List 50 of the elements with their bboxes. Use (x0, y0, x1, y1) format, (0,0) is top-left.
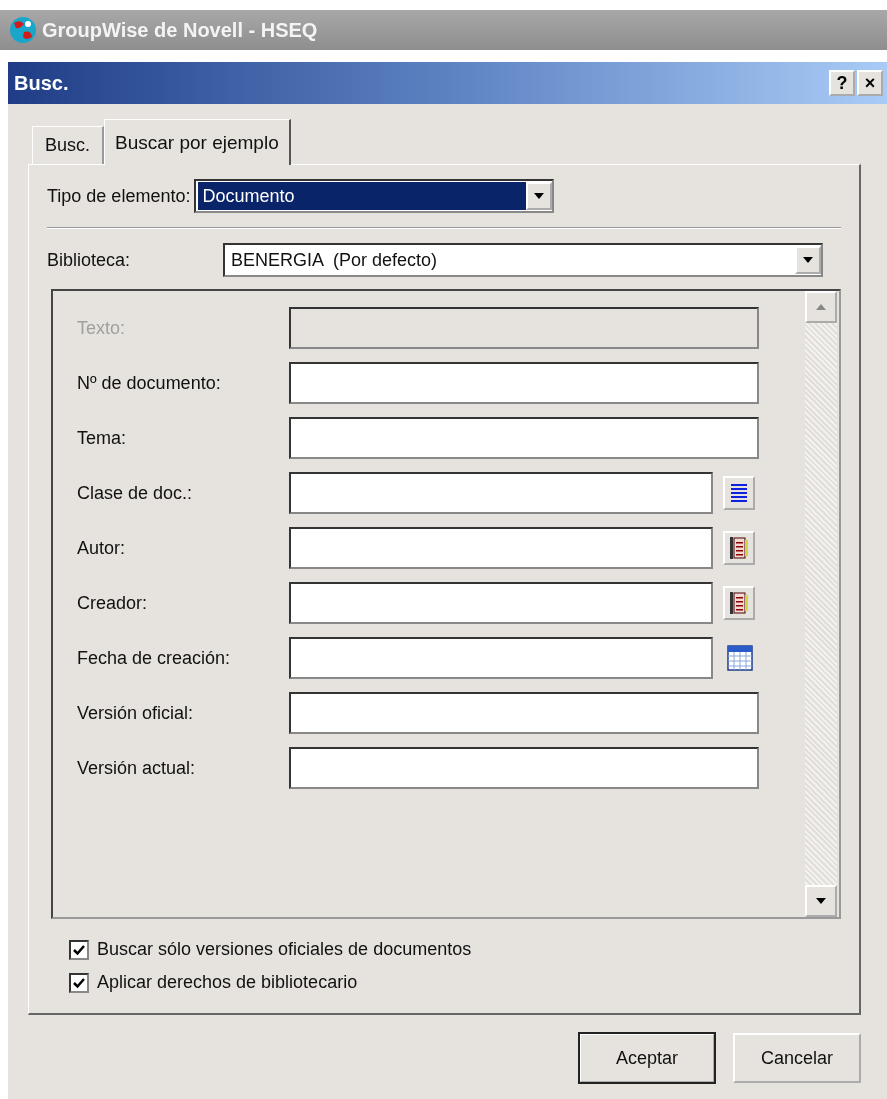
address-book-button[interactable] (723, 531, 755, 565)
input-field[interactable] (289, 527, 713, 569)
field-label: Tipo de elemento: (47, 185, 191, 207)
tab[interactable]: Busc. (32, 126, 105, 164)
field-label: Clase de doc.: (77, 482, 194, 504)
help-button[interactable]: ? (829, 70, 855, 96)
input-field[interactable] (289, 747, 759, 789)
input-field[interactable] (289, 637, 713, 679)
checkbox[interactable] (69, 939, 89, 960)
dialog-button[interactable]: Cancelar (733, 1033, 861, 1083)
checkbox[interactable] (69, 972, 89, 993)
up-arrow-icon (816, 304, 826, 310)
checkbox-label: Buscar sólo versiones oficiales de documentos (97, 939, 472, 960)
field-label: Tema: (77, 427, 128, 449)
checkmark-icon (73, 943, 85, 956)
field-label: Versión actual: (77, 757, 197, 779)
scrollbar[interactable] (805, 291, 837, 917)
globe-icon (8, 15, 38, 45)
app-title: GroupWise de Novell - HSEQ (42, 18, 318, 42)
dialog-button[interactable]: Aceptar (579, 1033, 715, 1083)
address-book-icon (728, 590, 750, 616)
dropdown-value: BENERGIA (Por defecto) (230, 249, 439, 272)
field-label: Nº de documento: (77, 372, 222, 394)
input-field[interactable] (289, 417, 759, 459)
field-label: Fecha de creación: (77, 647, 232, 669)
input-field[interactable] (289, 472, 713, 514)
tab[interactable]: Buscar por ejemplo (104, 119, 291, 165)
down-arrow-icon (803, 257, 813, 263)
list-icon (730, 483, 748, 503)
checkbox-label: Aplicar derechos de bibliotecario (97, 972, 358, 993)
field-label: Texto: (77, 317, 127, 339)
input-field[interactable] (289, 362, 759, 404)
input-field[interactable] (289, 692, 759, 734)
dialog-title: Busc. (14, 71, 70, 95)
checkmark-icon (73, 976, 85, 989)
calendar-icon[interactable] (727, 645, 753, 671)
field-label: Creador: (77, 592, 149, 614)
library-dropdown[interactable]: BENERGIA (Por defecto) (223, 243, 823, 277)
dropdown-value: Documento (198, 182, 527, 210)
down-arrow-icon (816, 898, 826, 904)
field-label: Biblioteca: (47, 249, 132, 271)
item-type-dropdown[interactable]: Documento (194, 179, 555, 213)
address-book-icon (728, 535, 750, 561)
input-field[interactable] (289, 582, 713, 624)
list-icon-button[interactable] (723, 476, 755, 510)
down-arrow-icon (534, 193, 545, 199)
address-book-button[interactable] (723, 586, 755, 620)
field-label: Autor: (77, 537, 127, 559)
close-button[interactable]: × (857, 70, 883, 96)
field-label: Versión oficial: (77, 702, 195, 724)
